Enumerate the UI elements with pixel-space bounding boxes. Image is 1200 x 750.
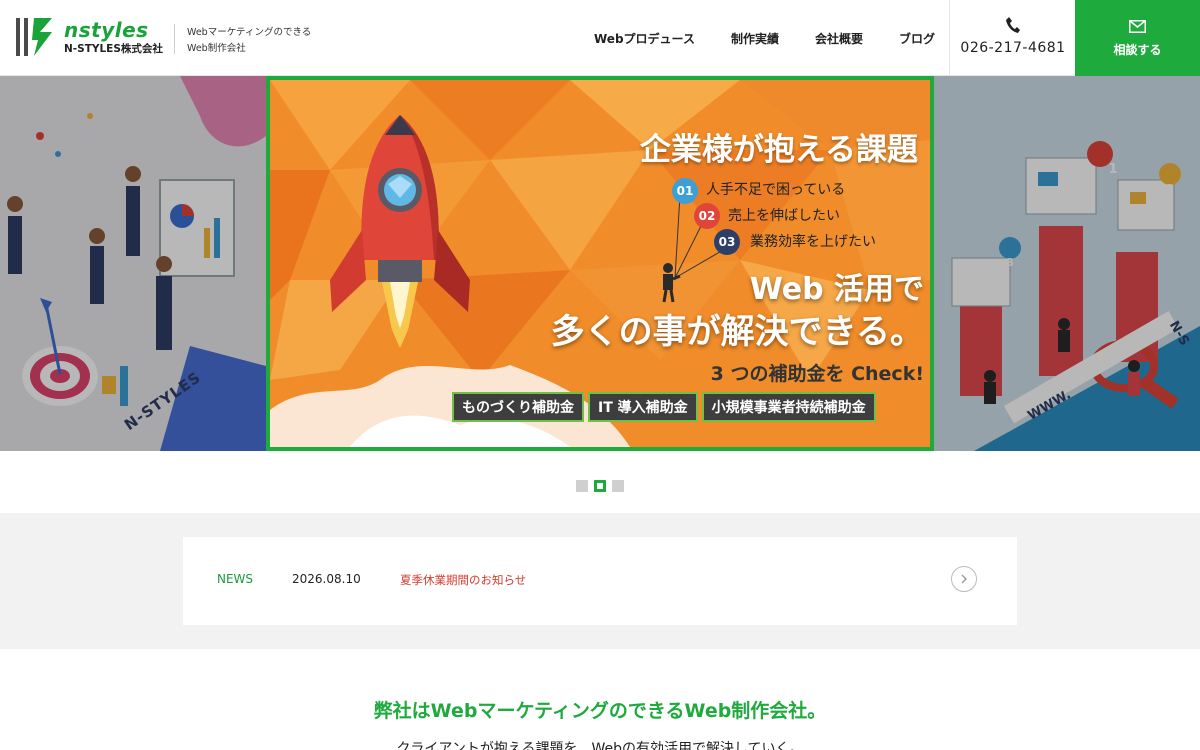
subsidy-badge-monozukuri[interactable]: ものづくり補助金 (452, 392, 584, 422)
news-more-button[interactable] (951, 566, 977, 592)
tagline-line-1: Webマーケティングのできる (187, 27, 312, 38)
header-divider (174, 24, 175, 54)
subsidy-list: ものづくり補助金 IT 導入補助金 小規模事業者持続補助金 (452, 392, 876, 422)
news-label: NEWS (217, 572, 254, 586)
intro-heading: 弊社はWebマーケティングのできるWeb制作会社。 (373, 700, 827, 722)
news-section: NEWS 2026.08.10 夏季休業期間のお知らせ (0, 513, 1200, 649)
tagline: Webマーケティングのできる Web制作会社 (187, 25, 311, 57)
slide-previous-overlay (0, 76, 266, 451)
slide-next-overlay (934, 76, 1200, 451)
contact-button[interactable]: 相談する (1075, 0, 1200, 76)
site-header: nstyles N-STYLES株式会社 Webマーケティングのできる Web制… (0, 0, 1200, 76)
hero-slider: N-STYLES 企業様が抱える課題 01 人手不足で困っている 02 売上を伸… (0, 76, 1200, 451)
issue-text-3: 業務効率を上げたい (750, 234, 876, 250)
subsidy-badge-small-business[interactable]: 小規模事業者持続補助金 (701, 392, 876, 422)
news-title-link[interactable]: 夏季休業期間のお知らせ (400, 572, 526, 588)
subsidy-badge-it[interactable]: IT 導入補助金 (588, 392, 698, 422)
tagline-line-2: Web制作会社 (187, 43, 246, 54)
hero-headline-line-2: 多くの事が解決できる。 (550, 312, 924, 352)
intro-text: クライアントが抱える課題を、Webの有効活用で解決していく。 (396, 741, 804, 750)
issue-badge-1: 01 (672, 178, 698, 204)
news-date: 2026.08.10 (292, 572, 361, 586)
slider-dot-3[interactable] (612, 480, 624, 492)
phone-number: 026-217-4681 (960, 40, 1066, 56)
logo-mark-icon (16, 18, 52, 56)
phone-contact[interactable]: 026-217-4681 (949, 0, 1075, 76)
nav-item-blog[interactable]: ブログ (881, 30, 953, 47)
news-card[interactable]: NEWS 2026.08.10 夏季休業期間のお知らせ (183, 537, 1017, 625)
nav-item-web-produce[interactable]: Webプロデュース (576, 30, 713, 47)
slider-pagination (576, 480, 624, 492)
hero-title: 企業様が抱える課題 (639, 132, 918, 168)
slider-dot-2[interactable] (594, 480, 606, 492)
nav-item-works[interactable]: 制作実績 (713, 30, 797, 47)
logo-wordmark: nstyles (64, 18, 149, 42)
mail-icon (1129, 20, 1146, 33)
issue-badge-3: 03 (714, 229, 740, 255)
contact-button-label: 相談する (1113, 43, 1162, 57)
company-name: N-STYLES株式会社 (64, 43, 163, 55)
slider-dot-1[interactable] (576, 480, 588, 492)
slide-active[interactable]: 企業様が抱える課題 01 人手不足で困っている 02 売上を伸ばしたい 03 業… (266, 76, 934, 451)
hero-check-text: 3 つの補助金を Check! (710, 363, 924, 385)
nav-item-company[interactable]: 会社概要 (797, 30, 881, 47)
chevron-right-icon (961, 574, 967, 584)
hero-headline-line-1: Web 活用で (749, 272, 924, 307)
main-nav: Webプロデュース 制作実績 会社概要 ブログ (576, 0, 953, 76)
slide-previous[interactable]: N-STYLES (0, 76, 266, 451)
site-logo[interactable]: nstyles N-STYLES株式会社 (16, 16, 163, 60)
slide-next[interactable]: 1 2 3 WWW. N-S (934, 76, 1200, 451)
issue-text-2: 売上を伸ばしたい (728, 208, 840, 224)
issue-text-1: 人手不足で困っている (706, 182, 846, 198)
issue-badge-2: 02 (694, 203, 720, 229)
phone-icon (1006, 17, 1020, 33)
